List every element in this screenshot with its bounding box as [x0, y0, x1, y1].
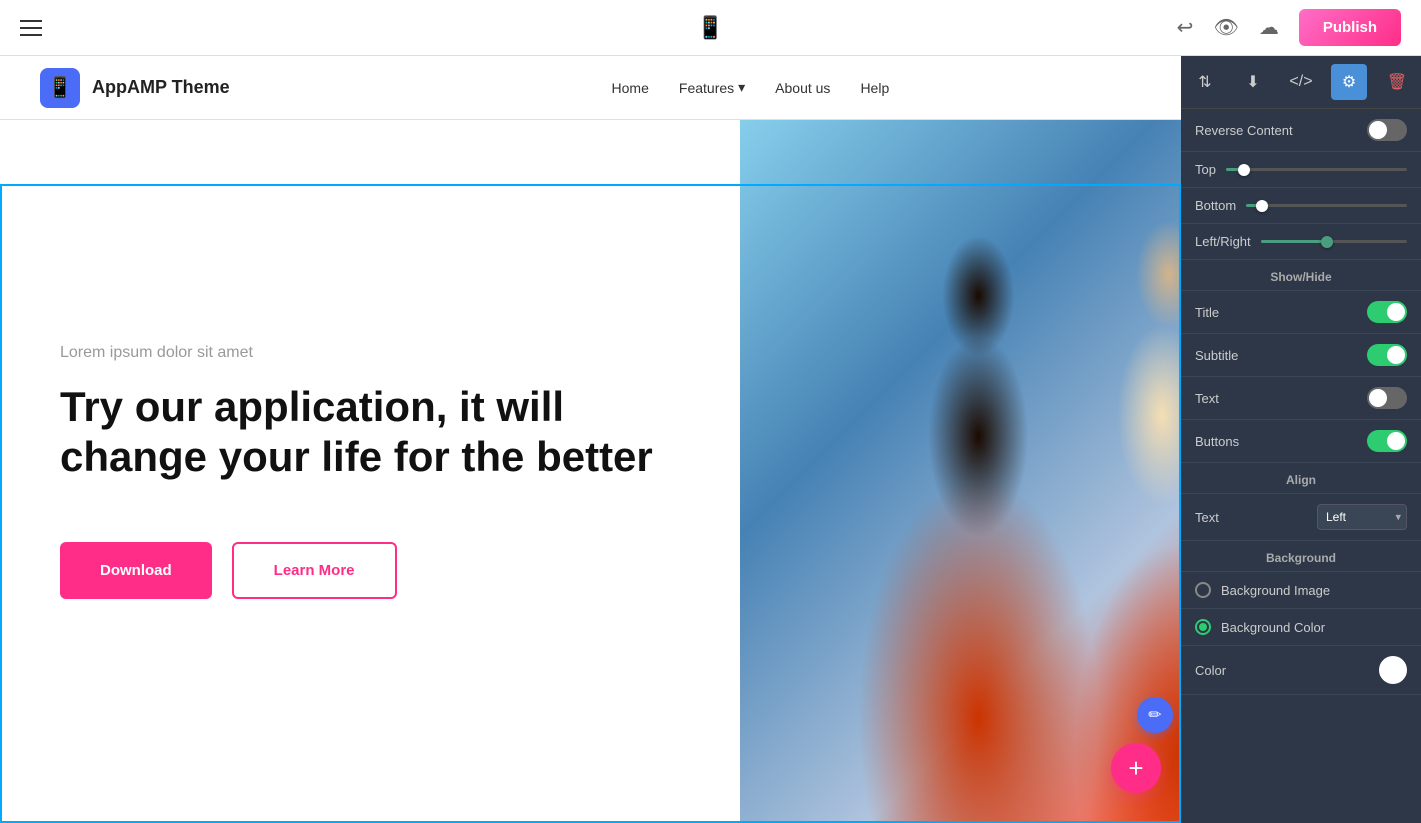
reverse-content-toggle[interactable]: [1367, 119, 1407, 141]
subtitle-toggle[interactable]: [1367, 344, 1407, 366]
nav-link-home[interactable]: Home: [612, 80, 649, 96]
bottom-slider-row: Bottom: [1181, 188, 1421, 224]
brand-icon: 📱: [40, 68, 80, 108]
add-fab[interactable]: +: [1111, 743, 1161, 793]
panel-toolbar: ⇅ ⬇ </> ⚙ 🗑: [1181, 56, 1421, 109]
right-panel: ⇅ ⬇ </> ⚙ 🗑 Reverse Content Top Bottom: [1181, 56, 1421, 823]
buttons-toggle-row: Buttons: [1181, 420, 1421, 463]
background-image-radio[interactable]: [1195, 582, 1211, 598]
background-color-row[interactable]: Background Color: [1181, 609, 1421, 646]
buttons-label: Buttons: [1195, 434, 1239, 449]
preview-icon[interactable]: 👁: [1213, 15, 1238, 40]
text-toggle-row: Text: [1181, 377, 1421, 420]
text-label: Text: [1195, 391, 1219, 406]
left-right-label: Left/Right: [1195, 234, 1251, 249]
buttons-toggle[interactable]: [1367, 430, 1407, 452]
edit-fab[interactable]: ✏: [1137, 697, 1173, 733]
nav-link-help[interactable]: Help: [860, 80, 889, 96]
download-button[interactable]: Download: [60, 542, 212, 599]
subtitle-label: Subtitle: [1195, 348, 1238, 363]
top-toolbar: 📱 ↩ 👁 ☁ Publish: [0, 0, 1421, 56]
toolbar-right: ↩ 👁 ☁ Publish: [1177, 9, 1401, 46]
top-slider-row: Top: [1181, 152, 1421, 188]
background-image-label: Background Image: [1221, 583, 1330, 598]
text-align-row: Text Left Center Right: [1181, 494, 1421, 541]
hero-buttons: Download Learn More: [60, 542, 680, 599]
background-color-label: Background Color: [1221, 620, 1325, 635]
hamburger-menu-icon[interactable]: [20, 20, 42, 36]
reverse-content-label: Reverse Content: [1195, 123, 1293, 138]
text-align-select[interactable]: Left Center Right: [1317, 504, 1407, 530]
toolbar-left: [20, 20, 42, 36]
color-label: Color: [1195, 663, 1226, 678]
code-icon[interactable]: </>: [1283, 64, 1319, 100]
color-swatch[interactable]: [1379, 656, 1407, 684]
title-toggle-row: Title: [1181, 291, 1421, 334]
text-align-select-wrapper: Left Center Right: [1317, 504, 1407, 530]
bottom-label: Bottom: [1195, 198, 1236, 213]
left-right-slider-row: Left/Right: [1181, 224, 1421, 260]
align-title: Align: [1181, 463, 1421, 494]
brand: 📱 AppAMP Theme: [40, 68, 230, 108]
site-area: 📱 AppAMP Theme Home Features ▾ About us …: [0, 56, 1421, 823]
settings-icon[interactable]: ⚙: [1331, 64, 1367, 100]
text-align-label: Text: [1195, 510, 1219, 525]
reverse-content-row: Reverse Content: [1181, 109, 1421, 152]
text-toggle[interactable]: [1367, 387, 1407, 409]
subtitle-toggle-row: Subtitle: [1181, 334, 1421, 377]
top-label: Top: [1195, 162, 1216, 177]
undo-icon[interactable]: ↩: [1177, 15, 1194, 40]
background-image-row[interactable]: Background Image: [1181, 572, 1421, 609]
bottom-slider[interactable]: [1246, 204, 1407, 207]
hero-subtitle: Lorem ipsum dolor sit amet: [60, 344, 680, 362]
left-right-slider[interactable]: [1261, 240, 1407, 243]
nav-link-features[interactable]: Features ▾: [679, 79, 745, 96]
hero-left: Lorem ipsum dolor sit amet Try our appli…: [0, 120, 740, 823]
site-nav-links: Home Features ▾ About us Help: [612, 79, 890, 96]
cloud-publish-icon[interactable]: ☁: [1259, 15, 1279, 40]
brand-name: AppAMP Theme: [92, 77, 230, 98]
chevron-down-icon: ▾: [738, 79, 745, 96]
color-row: Color: [1181, 646, 1421, 695]
trash-icon[interactable]: 🗑: [1379, 64, 1415, 100]
sort-icon[interactable]: ⇅: [1187, 64, 1223, 100]
top-slider[interactable]: [1226, 168, 1407, 171]
background-title: Background: [1181, 541, 1421, 572]
title-toggle[interactable]: [1367, 301, 1407, 323]
show-hide-title: Show/Hide: [1181, 260, 1421, 291]
panel-download-icon[interactable]: ⬇: [1235, 64, 1271, 100]
nav-link-about[interactable]: About us: [775, 80, 830, 96]
background-color-radio[interactable]: [1195, 619, 1211, 635]
title-label: Title: [1195, 305, 1219, 320]
phone-preview-icon[interactable]: 📱: [697, 15, 724, 41]
hero-title: Try our application, it will change your…: [60, 382, 680, 483]
toolbar-center: 📱: [697, 15, 724, 41]
publish-button[interactable]: Publish: [1299, 9, 1401, 46]
learn-more-button[interactable]: Learn More: [232, 542, 397, 599]
